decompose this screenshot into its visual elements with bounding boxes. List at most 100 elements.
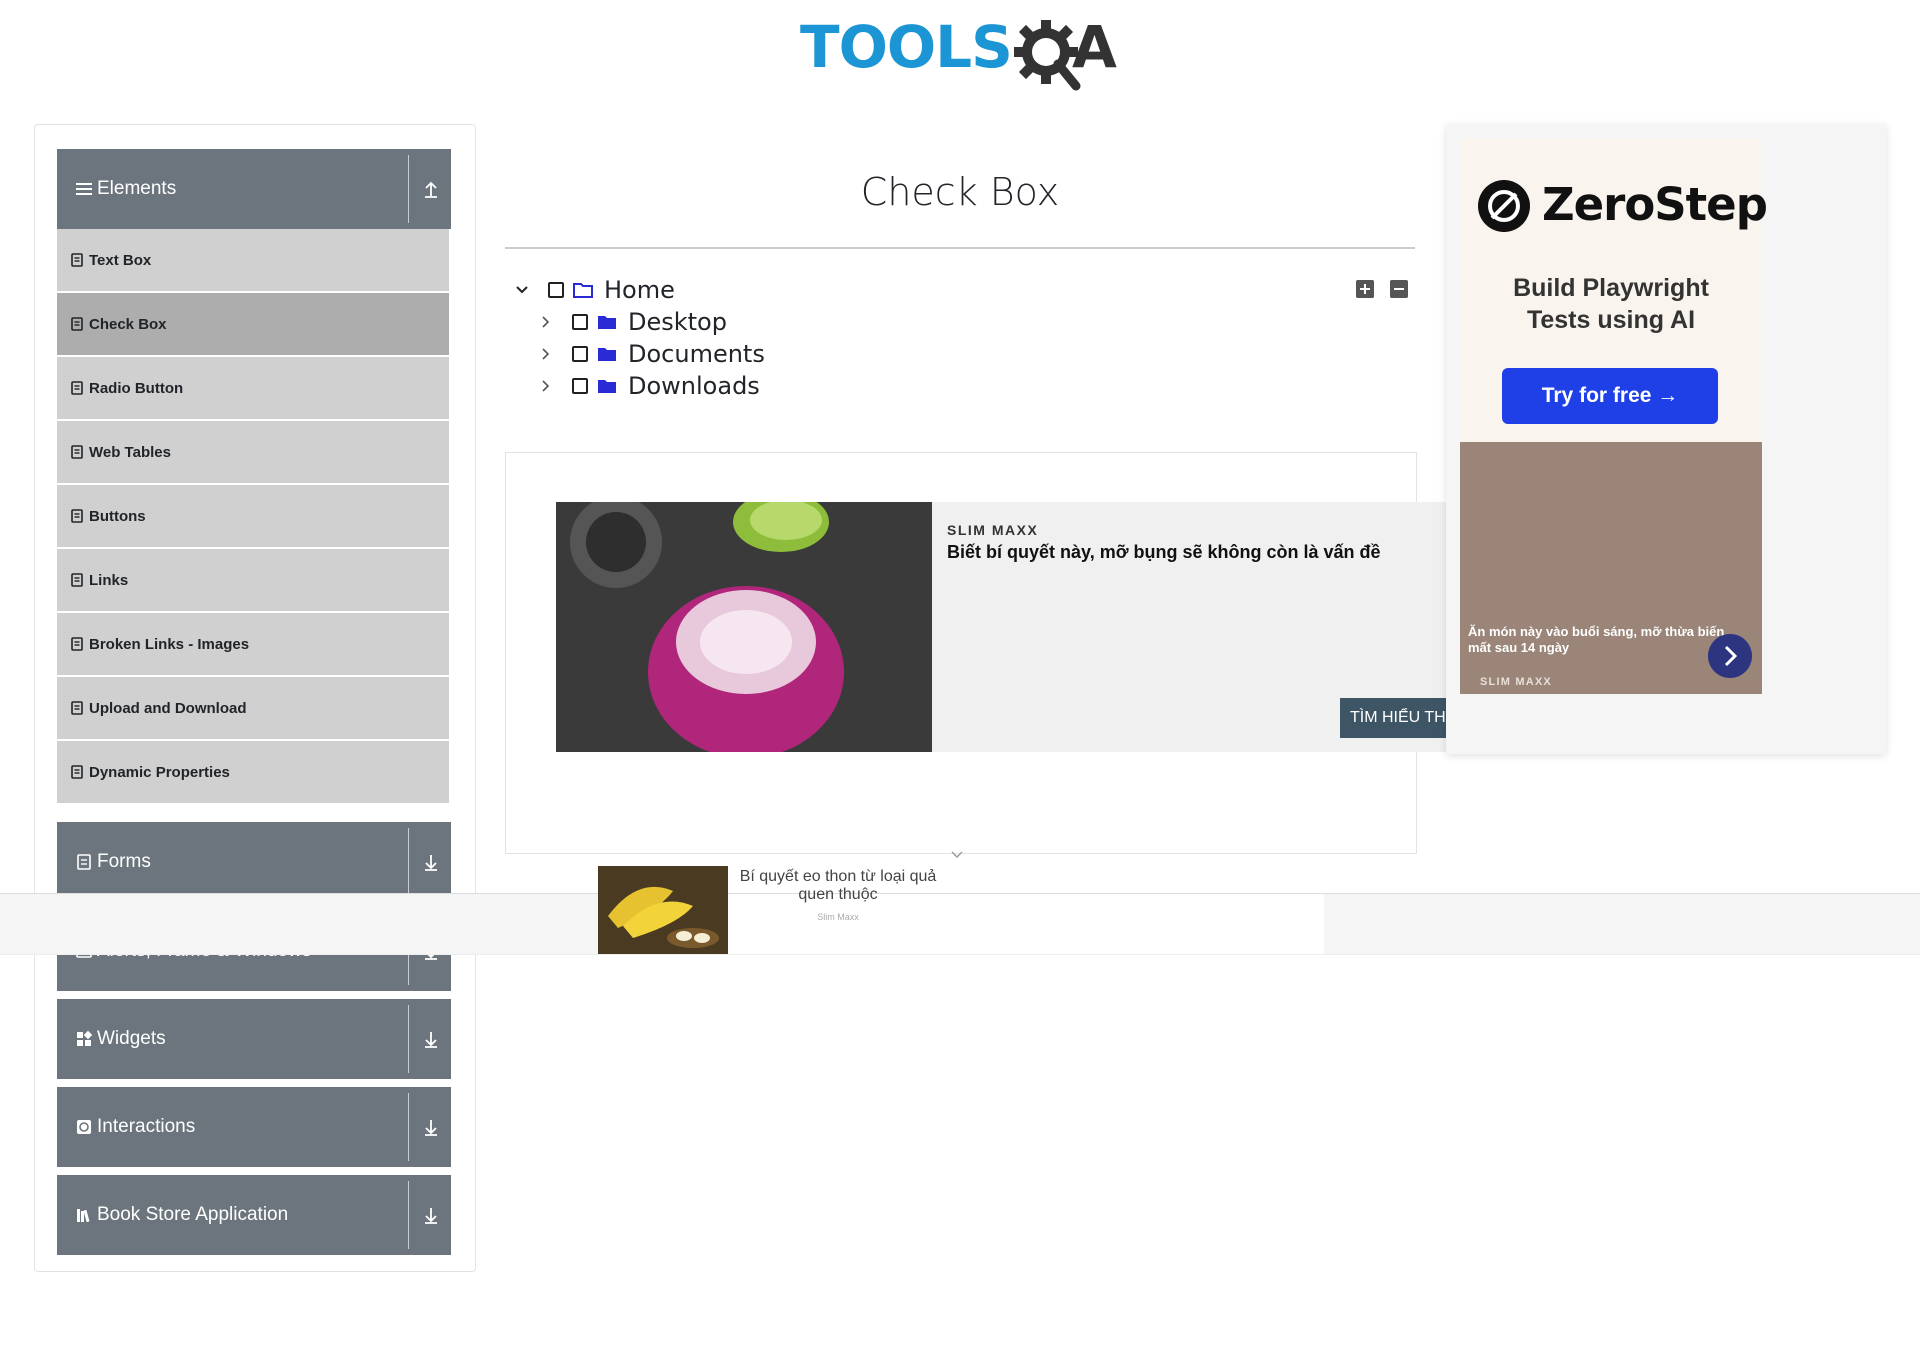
slim-ad[interactable]: Ăn món này vào buổi sáng, mỡ thừa biến m… [1460,442,1762,694]
divider [408,1093,409,1161]
document-icon [71,253,83,267]
arrow-down-icon[interactable] [419,850,443,874]
group-elements[interactable]: Elements [57,149,451,229]
tree-node-desktop[interactable]: Desktop [538,307,727,337]
sidebar-item-buttons[interactable]: Buttons [57,485,449,549]
divider [408,1181,409,1249]
sidebar-item-broken-links[interactable]: Broken Links - Images [57,613,449,677]
chevron-right-icon[interactable] [1708,634,1752,678]
menu-icon [76,183,92,195]
document-icon [71,573,83,587]
divider [408,828,409,896]
ad-headline[interactable]: Biết bí quyết này, mỡ bụng sẽ không còn … [947,542,1381,563]
tree-node-label[interactable]: Downloads [628,372,760,400]
tree-node-label[interactable]: Documents [628,340,765,368]
sidebar-item-label: Radio Button [89,379,184,397]
ad-image[interactable] [556,502,932,752]
folder-icon [598,380,616,393]
logo-text: TOOLS [800,13,1013,81]
sidebar-item-label: Broken Links - Images [89,635,250,653]
divider [408,155,409,223]
checkbox[interactable] [572,378,588,394]
zerostep-tagline: Build Playwright Tests using AI [1460,272,1762,336]
arrow-up-icon[interactable] [419,177,443,201]
ad-brand: SLIM MAXX [947,522,1039,538]
try-for-free-button[interactable]: Try for free → [1502,368,1718,424]
sidebar-item-label: Links [89,571,129,589]
group-book-store[interactable]: Book Store Application [57,1175,451,1255]
toolsqa-logo[interactable]: TOOLS A [800,16,1130,92]
group-label: Elements [97,178,177,199]
document-icon [71,381,83,395]
zerostep-name: ZeroStep [1542,178,1768,231]
expand-all-icon[interactable] [1356,280,1374,298]
chevron-down-icon[interactable] [514,282,530,298]
divider [408,1005,409,1073]
tagline-line: Tests using AI [1526,306,1696,334]
widgets-icon [77,1030,93,1046]
group-label: Widgets [97,1028,166,1049]
tree-node-label[interactable]: Desktop [628,308,727,336]
sticky-ad-title[interactable]: Bí quyết eo thon từ loại quả quen thuộc [738,868,938,904]
checkbox[interactable] [572,314,588,330]
sidebar-item-label: Buttons [89,507,146,525]
group-widgets[interactable]: Widgets [57,999,451,1079]
sidebar-item-label: Web Tables [89,443,171,461]
sidebar-item-label: Text Box [89,251,152,269]
side-ad: ZeroStep Build Playwright Tests using AI… [1446,124,1886,754]
page-title: Check Box [860,170,1060,214]
sticky-ad-brand: Slim Maxx [817,912,859,922]
tree-node-downloads[interactable]: Downloads [538,371,760,401]
chevron-right-icon[interactable] [538,346,554,362]
document-icon [71,509,83,523]
sticky-ad-bar: Bí quyết eo thon từ loại quả quen thuộc … [0,866,1920,955]
tree-node-home[interactable]: Home [514,275,675,305]
interactions-icon [77,1120,91,1134]
folder-open-icon [573,283,593,298]
title-divider [505,247,1415,249]
form-icon [77,854,91,870]
arrow-down-icon[interactable] [419,1027,443,1051]
document-icon [71,445,83,459]
slim-ad-text: Ăn món này vào buổi sáng, mỡ thừa biến m… [1468,624,1725,655]
book-icon [77,1209,90,1223]
sidebar-item-check-box[interactable]: Check Box [57,293,449,357]
checkbox[interactable] [572,346,588,362]
sidebar-item-links[interactable]: Links [57,549,449,613]
arrow-down-icon[interactable] [419,1203,443,1227]
sidebar-item-upload-download[interactable]: Upload and Download [57,677,449,741]
document-icon [71,637,83,651]
document-icon [71,765,83,779]
folder-icon [598,348,616,361]
chevron-down-icon[interactable] [950,850,964,860]
slim-ad-brand: SLIM MAXX [1480,676,1552,688]
zerostep-ad[interactable]: ZeroStep Build Playwright Tests using AI… [1460,138,1768,442]
ad-card[interactable]: SLIM MAXX Biết bí quyết này, mỡ bụng sẽ … [556,502,1446,752]
sidebar-item-text-box[interactable]: Text Box [57,229,449,293]
group-forms[interactable]: Forms [57,822,451,902]
chevron-right-icon[interactable] [538,314,554,330]
folder-icon [598,316,616,329]
group-interactions[interactable]: Interactions [57,1087,451,1167]
tree-node-documents[interactable]: Documents [538,339,765,369]
collapse-all-icon[interactable] [1390,280,1408,298]
logo-suffix: A [1072,13,1117,81]
sidebar-item-label: Check Box [89,315,167,333]
group-label: Interactions [97,1116,196,1137]
chevron-right-icon[interactable] [538,378,554,394]
sidebar-item-radio-button[interactable]: Radio Button [57,357,449,421]
arrow-down-icon[interactable] [419,1115,443,1139]
tree-node-label[interactable]: Home [604,276,675,304]
sidebar-item-web-tables[interactable]: Web Tables [57,421,449,485]
sidebar-item-dynamic-properties[interactable]: Dynamic Properties [57,741,449,805]
group-label: Forms [97,851,151,872]
document-icon [71,701,83,715]
sticky-ad-image[interactable] [598,866,728,954]
tagline-line: Build Playwright [1513,274,1709,302]
sidebar-item-label: Upload and Download [89,699,247,717]
group-label: Book Store Application [97,1204,289,1225]
sidebar: Elements Text Box Check Box Radio Button… [34,124,476,1272]
zerostep-logo-icon [1478,180,1530,232]
sidebar-item-label: Dynamic Properties [89,763,230,781]
checkbox[interactable] [548,282,564,298]
